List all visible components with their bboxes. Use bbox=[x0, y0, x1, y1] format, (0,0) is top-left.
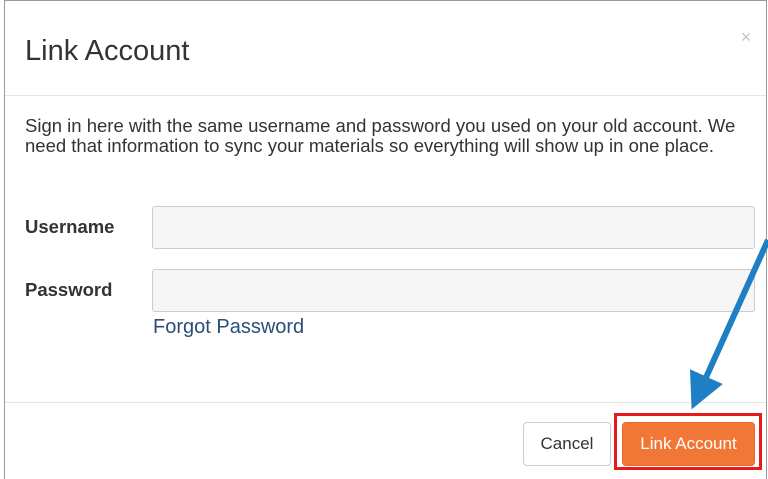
dialog-title: Link Account bbox=[25, 35, 190, 67]
username-input[interactable] bbox=[152, 206, 755, 249]
dialog-body: Sign in here with the same username and … bbox=[5, 96, 766, 402]
intro-text: Sign in here with the same username and … bbox=[25, 115, 736, 156]
dialog-footer: Cancel Link Account bbox=[5, 402, 766, 479]
link-account-button[interactable]: Link Account bbox=[622, 422, 755, 466]
dialog-header: Link Account × bbox=[5, 1, 766, 96]
link-account-dialog: Link Account × Sign in here with the sam… bbox=[4, 0, 767, 479]
password-input[interactable] bbox=[152, 269, 755, 312]
forgot-password-link[interactable]: Forgot Password bbox=[153, 315, 304, 339]
screenshot-stage: Link Account × Sign in here with the sam… bbox=[0, 0, 768, 479]
username-label: Username bbox=[25, 216, 115, 237]
password-label: Password bbox=[25, 279, 113, 300]
close-icon[interactable]: × bbox=[736, 27, 756, 47]
cancel-button[interactable]: Cancel bbox=[523, 422, 611, 466]
